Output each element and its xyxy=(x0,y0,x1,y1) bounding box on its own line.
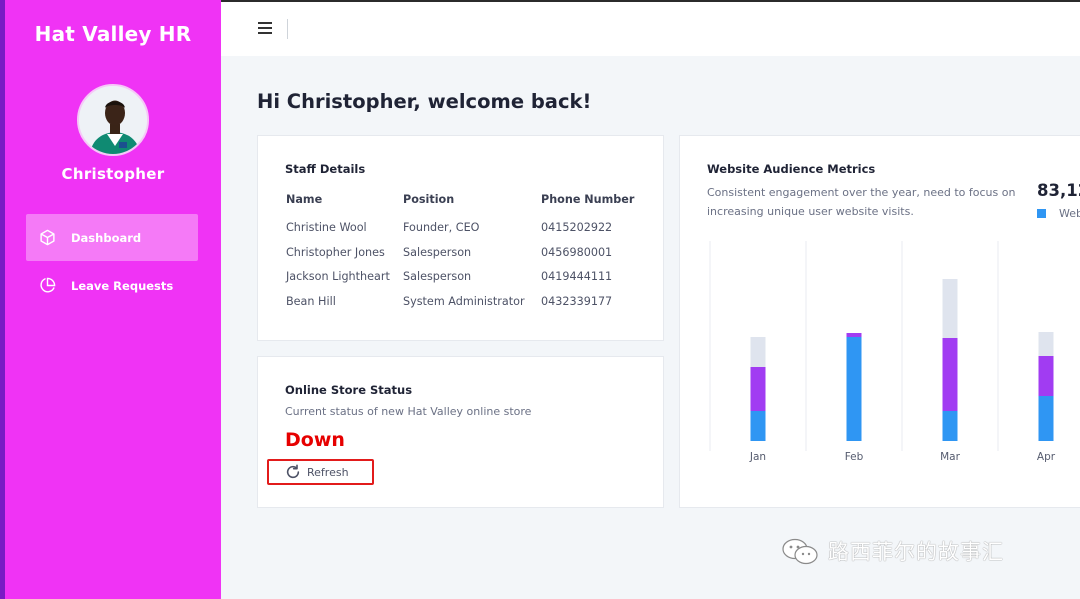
bar-feb-segment-0[interactable] xyxy=(846,337,862,441)
card-title: Online Store Status xyxy=(285,383,413,397)
card-title: Website Audience Metrics xyxy=(707,162,876,176)
cell-name: Christopher Jones xyxy=(286,245,385,259)
avatar[interactable] xyxy=(77,84,149,156)
staff-details-card: Staff Details Name Position Phone Number… xyxy=(257,135,664,341)
bar-mar-segment-2[interactable] xyxy=(942,279,958,338)
cell-position: Salesperson xyxy=(403,270,472,283)
cube-icon xyxy=(38,229,56,247)
sidebar-item-leave-requests[interactable]: Leave Requests xyxy=(26,262,198,309)
page-title: Hi Christopher, welcome back! xyxy=(257,90,592,113)
x-tick-label: Apr xyxy=(1037,451,1056,463)
table-header: Name Position Phone Number xyxy=(285,193,641,221)
column-header-phone: Phone Number xyxy=(541,193,635,206)
metric-total: 83,12 xyxy=(1037,181,1080,200)
column-header-name: Name xyxy=(286,193,323,206)
bar-mar-segment-1[interactable] xyxy=(942,338,958,411)
bar-jan-segment-0[interactable] xyxy=(750,411,766,441)
x-tick-label: Mar xyxy=(940,451,960,463)
cell-position: Salesperson xyxy=(403,245,472,259)
hamburger-menu-icon[interactable] xyxy=(258,22,272,36)
bar-jan-segment-2[interactable] xyxy=(750,337,766,367)
sidebar-item-label: Dashboard xyxy=(71,230,142,245)
table-row: Bean Hill System Administrator 043233917… xyxy=(285,295,641,320)
brand-title[interactable]: Hat Valley HR xyxy=(5,22,221,46)
card-title: Staff Details xyxy=(285,162,366,176)
cell-name: Christine Wool xyxy=(286,221,367,234)
bar-mar-segment-0[interactable] xyxy=(942,411,958,441)
pie-chart-icon xyxy=(38,277,56,295)
card-subtitle: Current status of new Hat Valley online … xyxy=(285,405,532,418)
avatar-image xyxy=(79,86,147,154)
bar-jan-segment-1[interactable] xyxy=(750,367,766,411)
staff-table: Name Position Phone Number Christine Woo… xyxy=(285,193,641,319)
cell-position: Founder, CEO xyxy=(403,221,480,234)
sidebar: Hat Valley HR Christopher Dashboard Leav… xyxy=(0,0,221,599)
column-header-position: Position xyxy=(403,193,455,206)
watermark: 路西菲尔的故事汇 xyxy=(780,536,1050,566)
sidebar-item-label: Leave Requests xyxy=(71,278,174,293)
chart-legend[interactable]: Web xyxy=(1037,207,1080,220)
legend-swatch xyxy=(1037,209,1046,218)
sidebar-edge xyxy=(0,0,5,599)
bar-apr-segment-2[interactable] xyxy=(1038,332,1054,356)
table-row: Christine Wool Founder, CEO 0415202922 xyxy=(285,221,641,246)
cell-phone: 0415202922 xyxy=(541,221,613,234)
user-name: Christopher xyxy=(61,165,165,183)
sidebar-item-dashboard[interactable]: Dashboard xyxy=(26,214,198,261)
table-row: Christopher Jones Salesperson 0456980001 xyxy=(285,246,641,271)
bar-apr-segment-1[interactable] xyxy=(1038,356,1054,396)
online-store-card: Online Store Status Current status of ne… xyxy=(257,356,664,508)
audience-bar-chart: Jan Feb Mar Apr xyxy=(709,241,1056,463)
divider xyxy=(287,19,288,39)
x-tick-label: Jan xyxy=(749,451,766,463)
wechat-icon xyxy=(782,538,818,565)
top-bar xyxy=(221,0,1080,56)
refresh-button[interactable]: Refresh xyxy=(267,459,374,485)
store-status: Down xyxy=(285,429,345,451)
x-tick-label: Feb xyxy=(845,451,864,463)
cell-position: System Administrator xyxy=(403,294,525,308)
audience-metrics-card: Website Audience Metrics Consistent enga… xyxy=(679,135,1080,508)
legend-label: Web xyxy=(1059,207,1080,220)
cell-phone: 0419444111 xyxy=(541,270,613,283)
refresh-icon xyxy=(285,464,301,480)
refresh-label: Refresh xyxy=(307,465,349,479)
watermark-text: 路西菲尔的故事汇 xyxy=(828,540,1004,564)
cell-name: Jackson Lightheart xyxy=(286,270,390,283)
card-description: Consistent engagement over the year, nee… xyxy=(707,186,1016,218)
bar-feb-segment-1[interactable] xyxy=(846,333,862,337)
cell-phone: 0432339177 xyxy=(541,294,613,308)
table-row: Jackson Lightheart Salesperson 041944411… xyxy=(285,270,641,295)
cell-name: Bean Hill xyxy=(286,294,336,308)
bar-apr-segment-0[interactable] xyxy=(1038,396,1054,441)
cell-phone: 0456980001 xyxy=(541,245,613,259)
